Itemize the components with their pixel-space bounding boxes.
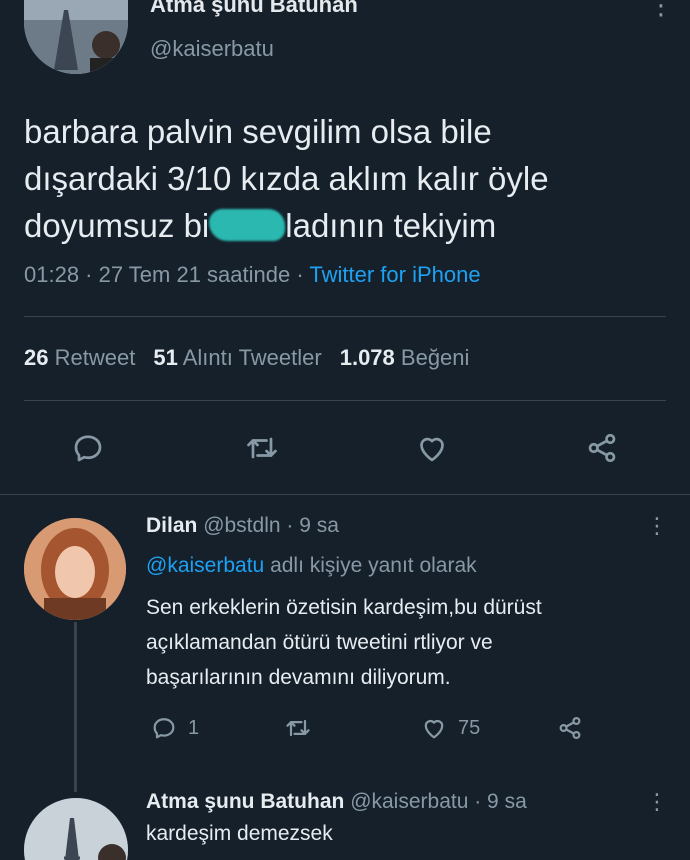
- reply-header: Dilan @bstdln · 9 sa: [146, 514, 339, 538]
- reply-like-button[interactable]: 75: [420, 714, 480, 742]
- like-icon[interactable]: [414, 430, 450, 466]
- reply-more-icon[interactable]: ⋮: [646, 515, 668, 537]
- thread-connector-line: [74, 622, 77, 792]
- reply-author-name[interactable]: Dilan: [146, 514, 197, 537]
- retweet-icon: [286, 719, 310, 737]
- censor-blob: [209, 209, 286, 241]
- divider: [0, 494, 690, 495]
- more-options-icon[interactable]: ⋮: [648, 0, 674, 18]
- reply-text-line: Sen erkeklerin özetisin kardeşim,bu dürü…: [146, 596, 542, 619]
- reply2-more-icon[interactable]: ⋮: [646, 791, 668, 813]
- reply-reply-count: 1: [188, 716, 200, 739]
- retweet-icon[interactable]: [244, 430, 280, 466]
- reply-reply-button[interactable]: 1: [150, 714, 199, 742]
- tweet-meta: 01:28 · 27 Tem 21 saatinde · Twitter for…: [24, 262, 481, 288]
- tweet-stats: 26 Retweet 51 Alıntı Tweetler 1.078 Beğeni: [24, 345, 469, 371]
- likes-stat[interactable]: 1.078 Beğeni: [340, 345, 470, 370]
- author-handle[interactable]: @kaiserbatu: [150, 36, 274, 62]
- reply2-header: Atma şunu Batuhan @kaiserbatu · 9 sa: [146, 790, 527, 814]
- reply-to-label: adlı kişiye yanıt olarak: [270, 554, 477, 577]
- reply-to-mention[interactable]: @kaiserbatu: [146, 554, 264, 577]
- reply-to-line: @kaiserbatu adlı kişiye yanıt olarak: [146, 554, 477, 578]
- reply-icon[interactable]: [70, 430, 106, 466]
- reply2-author-avatar[interactable]: [24, 798, 128, 860]
- heart-icon: [424, 720, 444, 739]
- reply2-avatar-image: [24, 798, 128, 860]
- tweet-text-line: dışardaki 3/10 kızda aklım kalır öyle: [24, 160, 549, 197]
- reply-retweet-button[interactable]: [284, 714, 312, 742]
- tweet-text-line: doyumsuz bi ladının tekiyim: [24, 202, 664, 249]
- reply-text-line: açıklamandan ötürü tweetini rtliyor ve: [146, 631, 493, 654]
- reply-share-button[interactable]: [556, 714, 584, 742]
- retweets-stat[interactable]: 26 Retweet: [24, 345, 135, 370]
- author-avatar-image: [24, 0, 128, 74]
- share-icon: [559, 716, 581, 740]
- reply-handle-time[interactable]: @bstdln · 9 sa: [203, 514, 339, 537]
- tweet-source-link[interactable]: Twitter for iPhone: [309, 262, 480, 287]
- share-icon[interactable]: [584, 430, 620, 466]
- reply-text: Sen erkeklerin özetisin kardeşim,bu dürü…: [146, 590, 666, 695]
- reply2-text: kardeşim demezsek: [146, 822, 333, 845]
- reply2-author-name[interactable]: Atma şunu Batuhan: [146, 790, 344, 813]
- author-avatar[interactable]: [24, 0, 128, 74]
- tweet-text-fragment: ladının tekiyim: [285, 207, 497, 244]
- reply-icon: [153, 718, 175, 739]
- quotes-stat[interactable]: 51 Alıntı Tweetler: [153, 345, 321, 370]
- tweet-text: barbara palvin sevgilim olsa bile dışard…: [24, 108, 664, 249]
- tweet-text-fragment: doyumsuz bi: [24, 207, 210, 244]
- author-name[interactable]: Atma şunu Batuhan: [150, 0, 358, 18]
- reply-author-avatar[interactable]: [24, 518, 126, 620]
- reply2-handle-time[interactable]: @kaiserbatu · 9 sa: [350, 790, 527, 813]
- reply-avatar-image: [24, 518, 126, 620]
- divider: [24, 400, 666, 401]
- divider: [24, 316, 666, 317]
- tweet-detail-screen: Atma şunu Batuhan @kaiserbatu ⋮ barbara …: [0, 0, 690, 860]
- reply-text-line: başarılarının devamını diliyorum.: [146, 666, 451, 689]
- reply-like-count: 75: [458, 716, 481, 739]
- tweet-text-line: barbara palvin sevgilim olsa bile: [24, 113, 492, 150]
- tweet-timestamp[interactable]: 01:28 · 27 Tem 21 saatinde ·: [24, 262, 304, 287]
